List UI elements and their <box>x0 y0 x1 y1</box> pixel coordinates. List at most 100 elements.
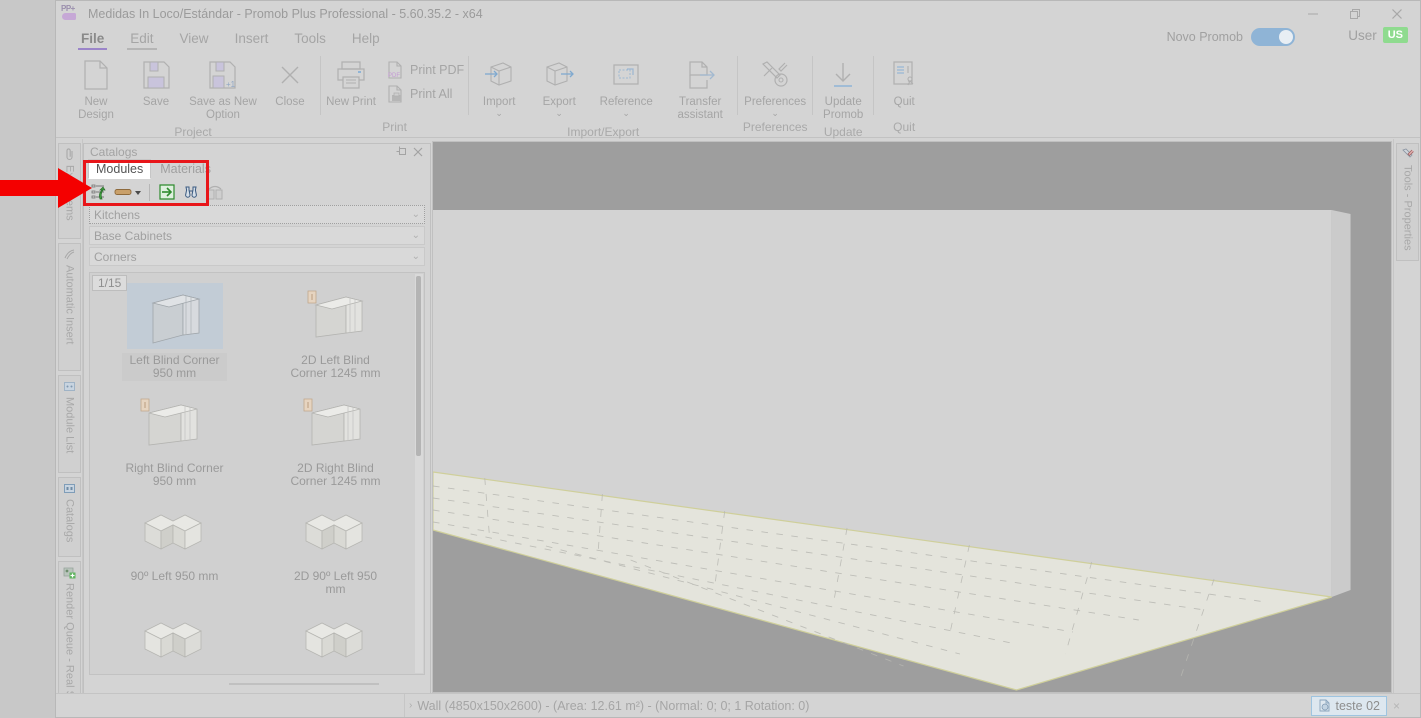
new-print-button[interactable]: New Print <box>321 54 381 111</box>
render-queue-icon <box>63 566 76 579</box>
sidebar-tab-catalogs[interactable]: Catalogs <box>58 477 81 557</box>
scrollbar-thumb[interactable] <box>229 683 379 685</box>
toggle-knob <box>1279 30 1293 44</box>
quit-button[interactable]: Quit <box>874 54 934 111</box>
ribbon-group-label-preferences: Preferences <box>742 120 808 134</box>
new-design-button[interactable]: New Design <box>66 54 126 124</box>
sidebar-tab-label: Module List <box>63 397 76 454</box>
catalogs-panel-tabs: Modules Materials <box>84 159 430 179</box>
wall-edge <box>1331 210 1351 597</box>
update-promob-label: Update Promob <box>823 96 864 121</box>
document-tabs: teste 02 × <box>1310 695 1421 716</box>
save-button[interactable]: Save <box>126 54 186 111</box>
export-cube-icon <box>543 56 575 94</box>
close-button[interactable] <box>1376 1 1418 26</box>
sidebar-tab-module-list[interactable]: Module List <box>58 375 81 473</box>
sidebar-tab-label: Catalogs <box>63 499 76 543</box>
corner-l-2d-thumb <box>288 499 384 565</box>
restore-button[interactable] <box>1334 1 1376 26</box>
user-label: User <box>1348 27 1377 43</box>
thumbnail-scrollbar[interactable] <box>415 274 423 673</box>
module-item[interactable]: 2D Right Blind Corner 1245 mm <box>255 385 416 493</box>
chevron-down-icon: ⌄ <box>555 108 563 118</box>
menu-item-insert[interactable]: Insert <box>222 31 282 50</box>
cabinet-box-right-2d-thumb <box>288 391 384 457</box>
save-as-new-option-button[interactable]: +1 Save as New Option <box>186 54 260 124</box>
ribbon-group-label-print: Print <box>382 120 407 134</box>
reference-button[interactable]: Reference ⌄ <box>589 54 663 119</box>
tab-modules[interactable]: Modules <box>88 159 152 179</box>
import-cube-icon <box>483 56 515 94</box>
sidebar-tab-automatic-insert[interactable]: Automatic Insert <box>58 243 81 371</box>
close-design-button[interactable]: Close <box>260 54 320 111</box>
module-item[interactable]: 2D 90º Right 950 mm <box>255 601 416 675</box>
import-button[interactable]: Import ⌄ <box>469 54 529 119</box>
sidebar-tab-label: Tools - Properties <box>1401 165 1414 251</box>
menu-item-help[interactable]: Help <box>339 31 393 50</box>
window-controls <box>1292 1 1418 26</box>
menu-item-file[interactable]: File <box>68 31 117 50</box>
module-item-label: Right Blind Corner 950 mm <box>125 461 224 488</box>
catalogs-icon <box>63 482 76 495</box>
status-bar: › Wall (4850x150x2600) - (Area: 12.61 m²… <box>56 693 1420 717</box>
pin-icon[interactable] <box>394 145 410 159</box>
catalog-combo-base-cabinets[interactable]: Base Cabinets ⌄ <box>89 226 425 245</box>
ribbon-group-label-project: Project <box>174 125 212 139</box>
module-item[interactable]: 2D Left Blind Corner 1245 mm <box>255 277 416 385</box>
3d-viewport[interactable] <box>432 141 1392 693</box>
download-arrow-icon <box>828 56 858 94</box>
catalogs-panel-header: Catalogs <box>84 144 430 160</box>
page-indicator: 1/15 <box>92 275 128 291</box>
module-item-label: Left Blind Corner 950 mm <box>122 353 227 381</box>
module-item-label: 90º Left 950 mm <box>130 569 219 583</box>
menu-item-view[interactable]: View <box>167 31 222 50</box>
export-button[interactable]: Export ⌄ <box>529 54 589 119</box>
module-item[interactable]: 2D 90º Left 950 mm <box>255 493 416 601</box>
user-area[interactable]: User US <box>1348 27 1408 43</box>
left-tab-strip: Extra Items Automatic Insert <box>56 139 83 717</box>
update-promob-button[interactable]: Update Promob <box>813 54 873 124</box>
auto-insert-icon <box>63 248 76 261</box>
module-item[interactable]: 90º Right 950 mm <box>94 601 255 675</box>
sidebar-tab-tools-properties[interactable]: Tools - Properties <box>1396 143 1419 261</box>
menu-item-edit[interactable]: Edit <box>117 31 166 50</box>
module-item[interactable]: 90º Left 950 mm <box>94 493 255 601</box>
apply-arrow-icon[interactable] <box>156 182 178 203</box>
corner-r-thumb <box>127 607 223 673</box>
print-pdf-button[interactable]: PDF Print PDF <box>381 58 468 82</box>
menu-item-tools[interactable]: Tools <box>281 31 339 50</box>
document-tab-teste-02[interactable]: teste 02 <box>1310 695 1387 716</box>
svg-text:+1: +1 <box>226 80 236 89</box>
panel-horizontal-scrollbar[interactable] <box>89 678 425 690</box>
close-design-label: Close <box>275 96 305 108</box>
ribbon-group-label-update: Update <box>823 125 863 139</box>
minimize-button[interactable] <box>1292 1 1334 26</box>
size-bar-icon[interactable] <box>113 182 143 203</box>
module-item[interactable]: Left Blind Corner 950 mm <box>94 277 255 385</box>
tab-materials[interactable]: Materials <box>152 159 219 179</box>
module-thumbnail-grid: Left Blind Corner 950 mm 2D Left Blind C… <box>90 273 424 675</box>
scrollbar-thumb[interactable] <box>416 276 421 456</box>
chevron-down-icon: ⌄ <box>411 251 420 262</box>
close-document-icon[interactable]: × <box>1387 699 1406 713</box>
close-panel-icon[interactable] <box>410 145 426 159</box>
cabinet-box-2d-thumb <box>288 283 384 349</box>
module-list-icon <box>63 380 76 393</box>
floppy-disk-icon <box>141 56 171 94</box>
save-label: Save <box>142 96 170 108</box>
novo-promob-toggle[interactable] <box>1251 28 1295 46</box>
transfer-assistant-button[interactable]: Transfer assistant <box>663 54 737 124</box>
document-icon <box>1318 699 1331 712</box>
ribbon-group-import-export: Import ⌄ Export ⌄ Reference ⌄ Transfer a… <box>469 50 737 139</box>
preferences-button[interactable]: Preferences ⌄ <box>738 54 812 119</box>
module-item[interactable]: Right Blind Corner 950 mm <box>94 385 255 493</box>
ribbon-toolbar: New Design Save +1 Save as New Option Cl… <box>56 50 1420 139</box>
binoculars-icon[interactable] <box>180 182 202 203</box>
chevron-down-icon: ⌄ <box>411 230 420 241</box>
catalog-combo-corners[interactable]: Corners ⌄ <box>89 247 425 266</box>
catalog-filters: Kitchens ⌄ Base Cabinets ⌄ Corners ⌄ <box>84 205 430 268</box>
print-all-button[interactable]: Print All <box>381 82 468 106</box>
catalog-combo-kitchens[interactable]: Kitchens ⌄ <box>89 205 425 224</box>
cabinet-box-thumb <box>126 283 223 349</box>
replace-module-icon[interactable] <box>204 182 226 203</box>
